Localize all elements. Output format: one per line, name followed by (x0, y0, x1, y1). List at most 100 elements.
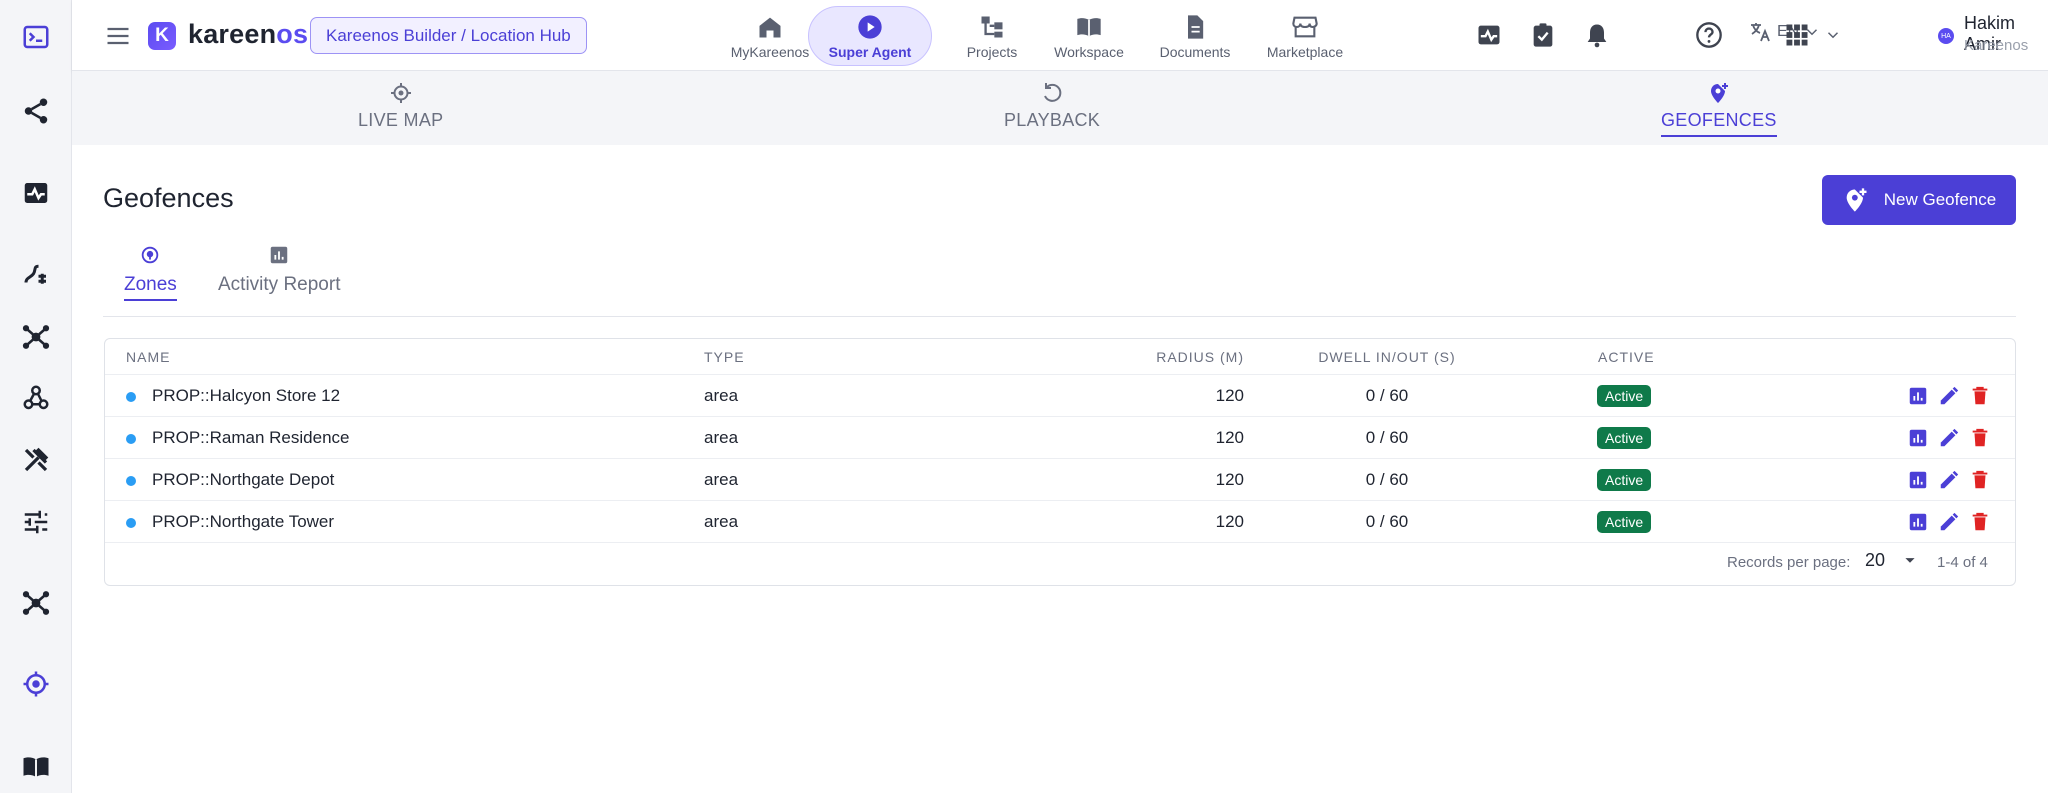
user-org: Kareenos (1964, 37, 2029, 54)
report-icon[interactable] (1907, 469, 1929, 491)
left-rail (0, 0, 72, 793)
tab-label: LIVE MAP (358, 110, 444, 130)
rail-book-icon[interactable] (0, 739, 72, 793)
tab-live-map[interactable]: LIVE MAP (358, 81, 443, 131)
add-location-icon (1710, 83, 1728, 103)
tab-geofences[interactable]: GEOFENCES (1661, 81, 1777, 137)
menu-icon[interactable] (104, 22, 132, 50)
tab-label: PLAYBACK (1004, 110, 1101, 130)
apps-chevron-down-icon[interactable] (1818, 20, 1848, 50)
projects-icon (981, 16, 1003, 37)
tab-playback[interactable]: PLAYBACK (1004, 81, 1100, 131)
rail-hub-icon[interactable] (0, 575, 72, 631)
column-header-name[interactable]: Name (126, 349, 170, 365)
zone-radius: 120 (1215, 512, 1244, 531)
zones-icon (142, 246, 159, 264)
logo-mark[interactable]: K (148, 22, 176, 50)
rail-location-icon[interactable] (0, 656, 72, 712)
rail-plug-icon[interactable] (0, 247, 72, 303)
column-header-active[interactable]: Active (1598, 349, 1655, 365)
zone-radius: 120 (1215, 470, 1244, 489)
zone-type: area (704, 470, 739, 489)
bar-chart-icon (270, 246, 288, 264)
zone-radius: 120 (1215, 386, 1244, 405)
zone-type: area (704, 386, 739, 405)
nav-super-agent[interactable]: Super Agent (808, 6, 932, 66)
tab-label: Zones (124, 274, 177, 301)
logo-text[interactable]: kareenos (188, 19, 308, 50)
edit-icon[interactable] (1938, 511, 1960, 533)
zone-name: PROP::Northgate Depot (152, 470, 335, 489)
nav-label: MyKareenos (730, 43, 810, 60)
book-open-icon (1077, 17, 1101, 36)
page-title: Geofences (103, 183, 234, 213)
zone-radius: 120 (1215, 428, 1244, 447)
report-icon[interactable] (1907, 427, 1929, 449)
column-header-type[interactable]: Type (704, 349, 745, 365)
edit-icon[interactable] (1938, 469, 1960, 491)
nav-documents[interactable]: Documents (1138, 6, 1252, 66)
rail-sliders-icon[interactable] (0, 494, 72, 550)
table-row[interactable]: PROP::Raman Residence area 120 0 / 60 Ac… (105, 416, 2015, 458)
new-geofence-label: New Geofence (1883, 190, 1997, 209)
logo-text-accent: os (276, 19, 309, 49)
nav-label: Projects (966, 43, 1018, 60)
table-row[interactable]: PROP::Halcyon Store 12 area 120 0 / 60 A… (105, 374, 2015, 416)
table-row[interactable]: PROP::Northgate Depot area 120 0 / 60 Ac… (105, 458, 2015, 500)
location-subnav: LIVE MAP PLAYBACK GEOFENCES (72, 71, 2048, 145)
zone-color-dot (126, 434, 136, 444)
nav-projects[interactable]: Projects (942, 6, 1042, 66)
zone-type: area (704, 512, 739, 531)
rail-share-icon[interactable] (0, 83, 72, 139)
rail-network-icon[interactable] (0, 309, 72, 365)
zone-name: PROP::Halcyon Store 12 (152, 386, 341, 405)
nav-label: Marketplace (1266, 43, 1344, 60)
delete-icon[interactable] (1969, 385, 1991, 407)
pagination-range: 1-4 of 4 (1937, 554, 1988, 571)
rail-webhook-icon[interactable] (0, 370, 72, 426)
zone-color-dot (126, 476, 136, 486)
new-geofence-button[interactable]: New Geofence (1822, 175, 2016, 225)
rail-tools-icon[interactable] (0, 432, 72, 488)
play-icon (858, 14, 882, 39)
zone-color-dot (126, 392, 136, 402)
activity-icon[interactable] (1474, 20, 1504, 50)
apps-grid-icon[interactable] (1782, 20, 1812, 50)
avatar[interactable]: HA (1938, 28, 1954, 44)
nav-marketplace[interactable]: Marketplace (1244, 6, 1366, 66)
bell-icon[interactable] (1582, 20, 1612, 50)
records-per-page-value: 20 (1865, 549, 1886, 570)
edit-icon[interactable] (1938, 427, 1960, 449)
tab-zones[interactable]: Zones (124, 244, 177, 301)
column-header-radius[interactable]: Radius (m) (1050, 349, 1244, 365)
zone-name: PROP::Raman Residence (152, 428, 350, 447)
tab-label: Activity Report (218, 274, 341, 295)
nav-workspace[interactable]: Workspace (1034, 6, 1144, 66)
report-icon[interactable] (1907, 385, 1929, 407)
breadcrumb[interactable]: Kareenos Builder / Location Hub (310, 17, 587, 54)
rail-monitor-icon[interactable] (0, 165, 72, 221)
zone-color-dot (126, 518, 136, 528)
help-icon[interactable] (1694, 20, 1724, 50)
store-icon (1292, 16, 1318, 37)
column-header-dwell[interactable]: Dwell In/Out (s) (1267, 349, 1507, 365)
caret-down-icon (1905, 558, 1915, 563)
nav-label: Documents (1159, 43, 1231, 60)
delete-icon[interactable] (1969, 427, 1991, 449)
top-bar: K kareenos Kareenos Builder / Location H… (72, 0, 2048, 71)
nav-label: Workspace (1054, 43, 1124, 60)
table-row[interactable]: PROP::Northgate Tower area 120 0 / 60 Ac… (105, 500, 2015, 542)
translate-icon (1751, 23, 1770, 42)
records-per-page-select[interactable]: 20 (1865, 549, 1921, 571)
edit-icon[interactable] (1938, 385, 1960, 407)
home-icon (759, 17, 781, 37)
rail-terminal-icon[interactable] (0, 9, 72, 65)
report-icon[interactable] (1907, 511, 1929, 533)
delete-icon[interactable] (1969, 511, 1991, 533)
nav-label: Super Agent (828, 43, 912, 60)
geofences-table: Name Type Radius (m) Dwell In/Out (s) Ac… (104, 338, 2016, 586)
tab-activity-report[interactable]: Activity Report (218, 244, 340, 296)
tasks-icon[interactable] (1528, 20, 1558, 50)
tab-label: GEOFENCES (1661, 110, 1777, 137)
delete-icon[interactable] (1969, 469, 1991, 491)
